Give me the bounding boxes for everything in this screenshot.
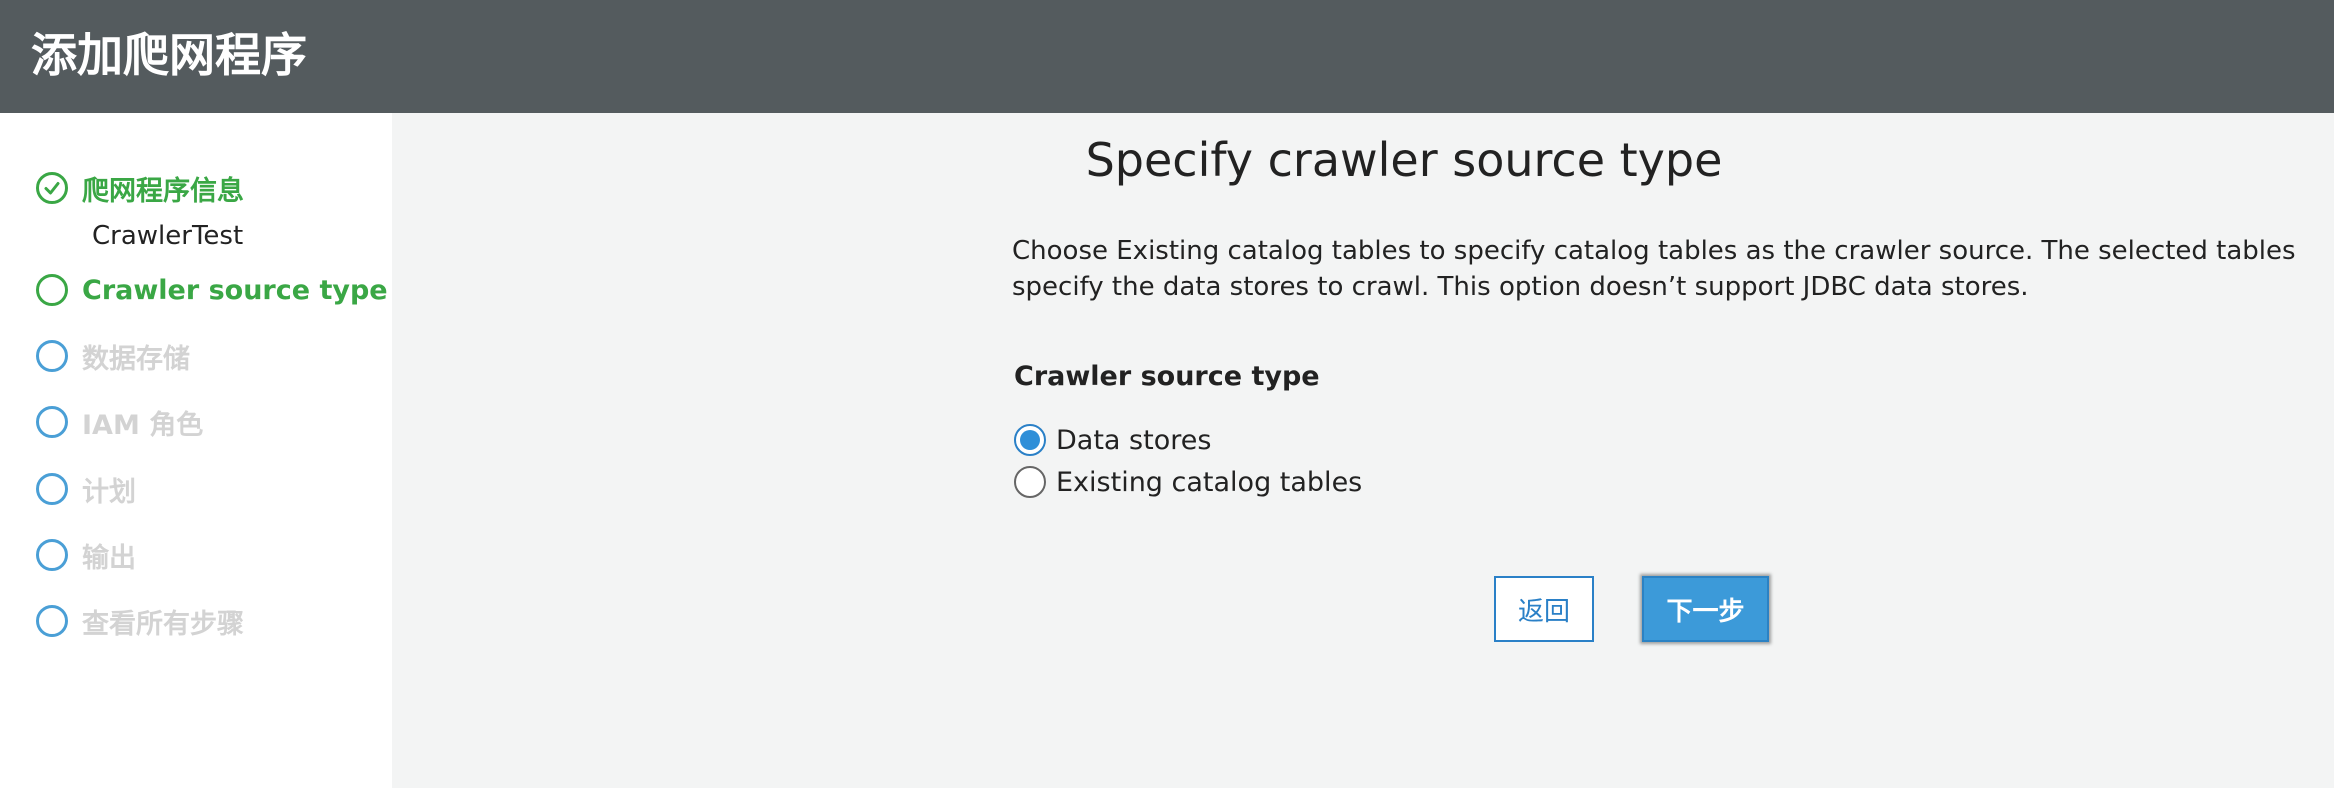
step-schedule[interactable]: 计划 xyxy=(36,469,136,509)
circle-icon xyxy=(36,473,68,505)
crawler-name-value: CrawlerTest xyxy=(92,221,244,251)
step-label: Crawler source type xyxy=(82,274,388,306)
step-label: 数据存储 xyxy=(82,343,190,375)
radio-selected-dot xyxy=(1020,430,1040,450)
circle-icon xyxy=(36,539,68,571)
circle-icon xyxy=(36,274,68,306)
circle-icon xyxy=(36,340,68,372)
page-title: Specify crawler source type xyxy=(1085,133,1723,187)
option-label: Existing catalog tables xyxy=(1056,466,1363,498)
step-crawler-info[interactable]: 爬网程序信息 xyxy=(36,168,244,208)
check-circle-icon xyxy=(36,172,68,204)
description-text: Choose Existing catalog tables to specif… xyxy=(1012,236,2296,302)
page-header-title: 添加爬网程序 xyxy=(31,28,307,82)
wizard-steps-sidebar: 爬网程序信息 CrawlerTest Crawler source type 数… xyxy=(0,113,392,788)
radio-button-existing-catalog-tables[interactable] xyxy=(1014,466,1046,498)
option-existing-catalog-tables[interactable]: Existing catalog tables xyxy=(1014,464,1362,500)
step-label: 爬网程序信息 xyxy=(82,175,244,207)
header-bar: 添加爬网程序 xyxy=(0,0,2334,113)
step-label: 输出 xyxy=(82,542,136,574)
step-label: 计划 xyxy=(82,476,136,508)
option-data-stores[interactable]: Data stores xyxy=(1014,422,1211,458)
step-label: IAM 角色 xyxy=(82,409,204,441)
step-label: 查看所有步骤 xyxy=(82,608,244,640)
main-content: Specify crawler source type Choose Exist… xyxy=(392,113,2334,788)
radio-button-data-stores[interactable] xyxy=(1014,424,1046,456)
next-button[interactable]: 下一步 xyxy=(1642,576,1769,642)
step-iam-role[interactable]: IAM 角色 xyxy=(36,402,203,442)
step-data-store[interactable]: 数据存储 xyxy=(36,336,190,376)
app-window: 添加爬网程序 爬网程序信息 CrawlerTest Crawler source… xyxy=(0,0,2334,788)
circle-icon xyxy=(36,605,68,637)
crawler-source-type-label: Crawler source type xyxy=(1014,361,1320,392)
step-review-all[interactable]: 查看所有步骤 xyxy=(36,601,244,641)
circle-icon xyxy=(36,406,68,438)
step-crawler-source-type[interactable]: Crawler source type xyxy=(36,270,388,310)
back-button[interactable]: 返回 xyxy=(1494,576,1594,642)
step-output[interactable]: 输出 xyxy=(36,535,136,575)
option-label: Data stores xyxy=(1056,424,1212,456)
